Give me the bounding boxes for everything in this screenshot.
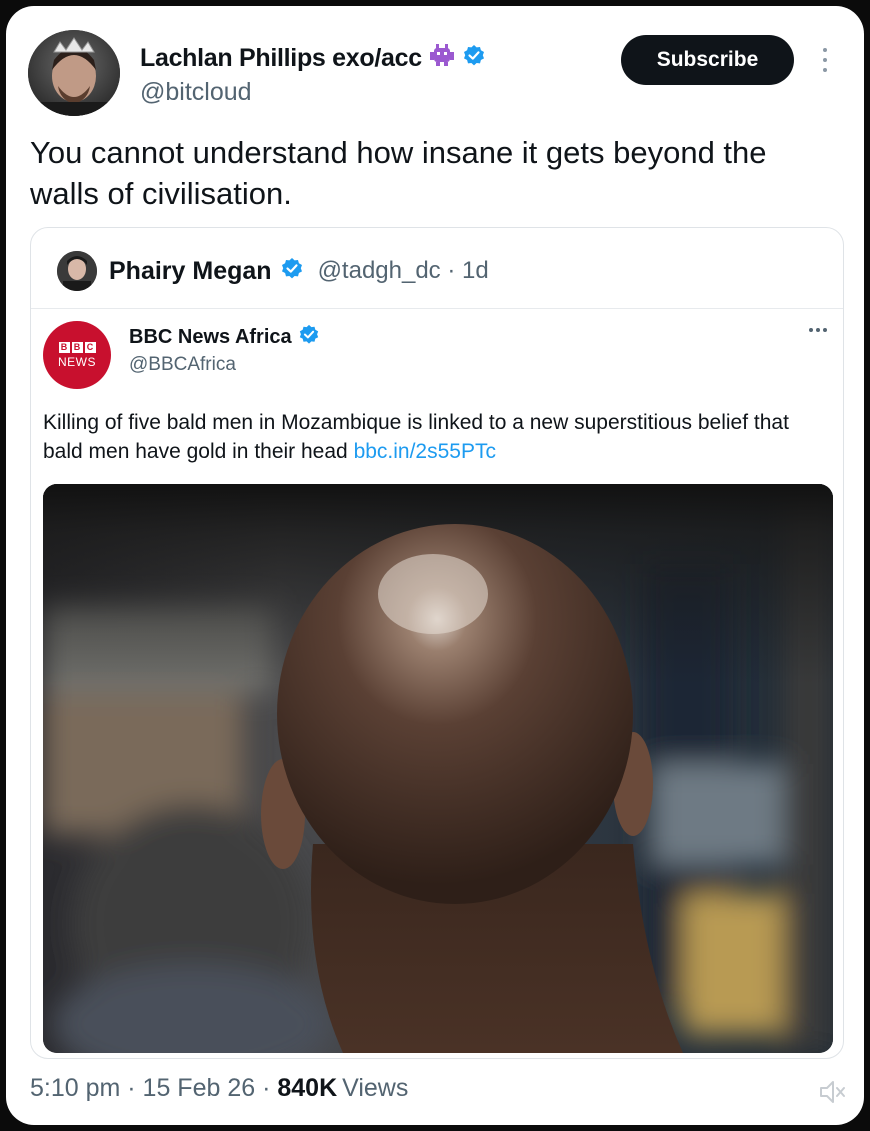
- alien-emoji-icon: [428, 43, 456, 73]
- embedded-author-handle[interactable]: @BBCAfrica: [129, 354, 236, 376]
- tweet-footer: 5:10 pm · 15 Feb 26 · 840K Views: [30, 1074, 408, 1103]
- verified-badge-icon: [462, 44, 486, 73]
- quote-header: Phairy Megan @tadgh_dc · 1d: [57, 250, 489, 292]
- quote-author-meta: @tadgh_dc · 1d: [317, 257, 489, 284]
- author-block: Lachlan Phillips exo/acc @bitcloud: [140, 40, 486, 107]
- more-horizontal-icon[interactable]: [809, 328, 827, 332]
- views-count: 840K: [277, 1074, 338, 1102]
- tweet-text: You cannot understand how insane it gets…: [30, 135, 767, 211]
- muted-speaker-icon[interactable]: [818, 1079, 848, 1105]
- author-avatar[interactable]: [28, 30, 120, 116]
- divider: [31, 308, 843, 309]
- bbc-avatar[interactable]: B B C NEWS: [43, 321, 111, 389]
- verified-badge-icon: [298, 324, 320, 351]
- quoted-tweet[interactable]: Phairy Megan @tadgh_dc · 1d B B C NEWS B…: [30, 227, 844, 1059]
- more-vertical-icon[interactable]: [818, 44, 832, 76]
- embedded-author-name[interactable]: BBC News Africa: [129, 326, 292, 349]
- bbc-logo-letter: B: [71, 341, 83, 353]
- timestamp[interactable]: 5:10 pm · 15 Feb 26 ·: [30, 1074, 270, 1103]
- bbc-logo-letter: B: [58, 341, 70, 353]
- views-label: Views: [342, 1074, 409, 1102]
- quote-author-name[interactable]: Phairy Megan: [109, 257, 272, 286]
- quote-author-avatar[interactable]: [57, 251, 97, 291]
- author-handle[interactable]: @bitcloud: [140, 78, 486, 107]
- embedded-author-line: BBC News Africa: [129, 324, 320, 351]
- author-name[interactable]: Lachlan Phillips exo/acc: [140, 44, 422, 73]
- subscribe-button[interactable]: Subscribe: [621, 35, 794, 85]
- bbc-logo-sub: NEWS: [58, 354, 96, 369]
- embedded-link[interactable]: bbc.in/2s55PTc: [354, 440, 496, 463]
- bbc-logo-letter: C: [84, 341, 96, 353]
- verified-badge-icon: [280, 257, 304, 286]
- tweet-card: Lachlan Phillips exo/acc @bitcloud Subsc…: [6, 6, 864, 1125]
- embedded-tweet-text: Killing of five bald men in Mozambique i…: [43, 408, 833, 466]
- bald-head-photo[interactable]: [43, 484, 833, 1053]
